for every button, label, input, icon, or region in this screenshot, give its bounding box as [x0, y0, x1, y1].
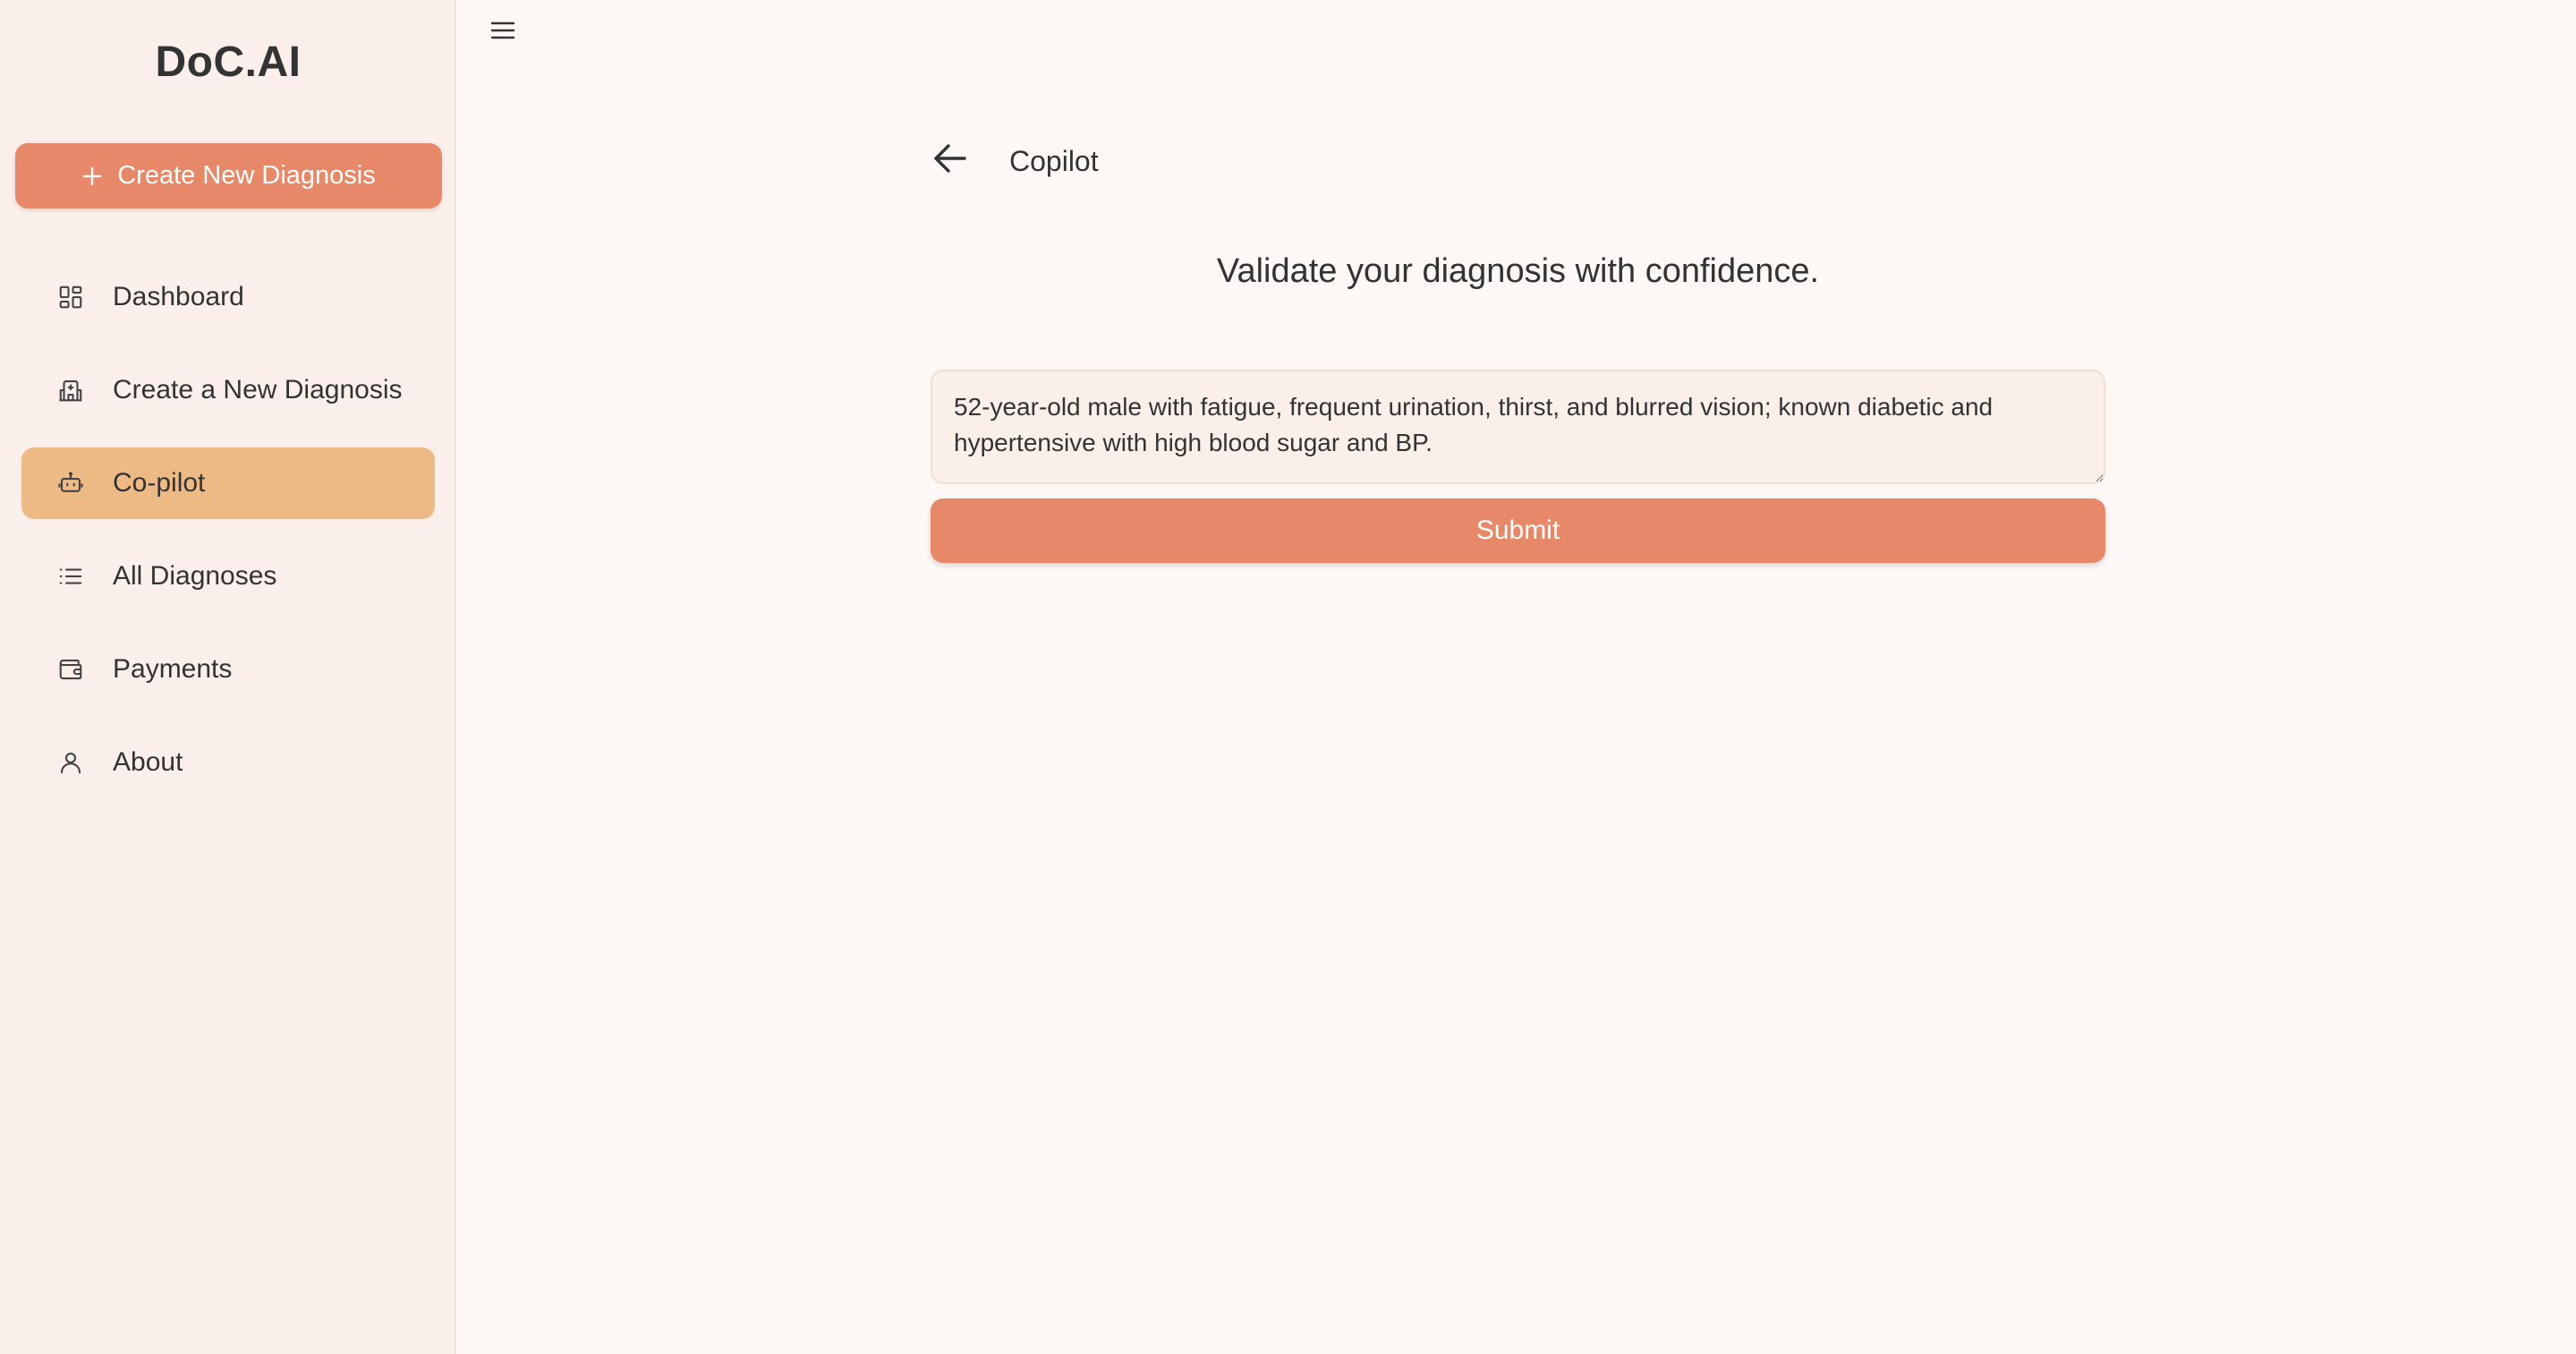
create-new-diagnosis-label: Create New Diagnosis: [117, 161, 376, 190]
sidebar-item-label: Create a New Diagnosis: [113, 375, 403, 404]
sidebar-item-about[interactable]: About: [21, 727, 435, 798]
user-icon: [55, 747, 86, 778]
submit-button[interactable]: Submit: [931, 498, 2105, 563]
sidebar-item-dashboard[interactable]: Dashboard: [21, 261, 435, 333]
create-new-diagnosis-button[interactable]: Create New Diagnosis: [15, 143, 442, 209]
sidebar-item-label: Co-pilot: [113, 468, 206, 498]
plus-icon: [81, 166, 103, 187]
dashboard-icon: [55, 282, 86, 312]
sidebar-item-co-pilot[interactable]: Co-pilot: [21, 447, 435, 519]
hospital-icon: [55, 375, 86, 405]
app-root: DoC.AI Create New Diagnosis Dashboard Cr…: [0, 0, 2576, 1354]
hamburger-menu-button[interactable]: [490, 18, 537, 47]
main-content: Copilot Validate your diagnosis with con…: [458, 0, 2576, 1354]
list-icon: [55, 561, 86, 592]
sidebar-item-all-diagnoses[interactable]: All Diagnoses: [21, 541, 435, 612]
brand-logo[interactable]: DoC.AI: [0, 38, 456, 87]
wallet-icon: [55, 654, 86, 685]
robot-icon: [55, 468, 86, 498]
back-button[interactable]: [931, 141, 970, 180]
sidebar: DoC.AI Create New Diagnosis Dashboard Cr…: [0, 0, 456, 1354]
hamburger-menu-icon: [490, 20, 515, 46]
sidebar-item-create-diagnosis[interactable]: Create a New Diagnosis: [21, 354, 435, 426]
sidebar-item-payments[interactable]: Payments: [21, 634, 435, 705]
arrow-left-icon: [932, 142, 968, 179]
sidebar-item-label: All Diagnoses: [113, 561, 277, 591]
page-title: Copilot: [1009, 145, 1099, 177]
sidebar-item-label: Dashboard: [113, 282, 244, 311]
sidebar-item-label: About: [113, 747, 183, 777]
symptoms-input[interactable]: 52-year-old male with fatigue, frequent …: [931, 370, 2105, 484]
page-tagline: Validate your diagnosis with confidence.: [1216, 252, 1820, 290]
sidebar-item-label: Payments: [113, 654, 233, 684]
